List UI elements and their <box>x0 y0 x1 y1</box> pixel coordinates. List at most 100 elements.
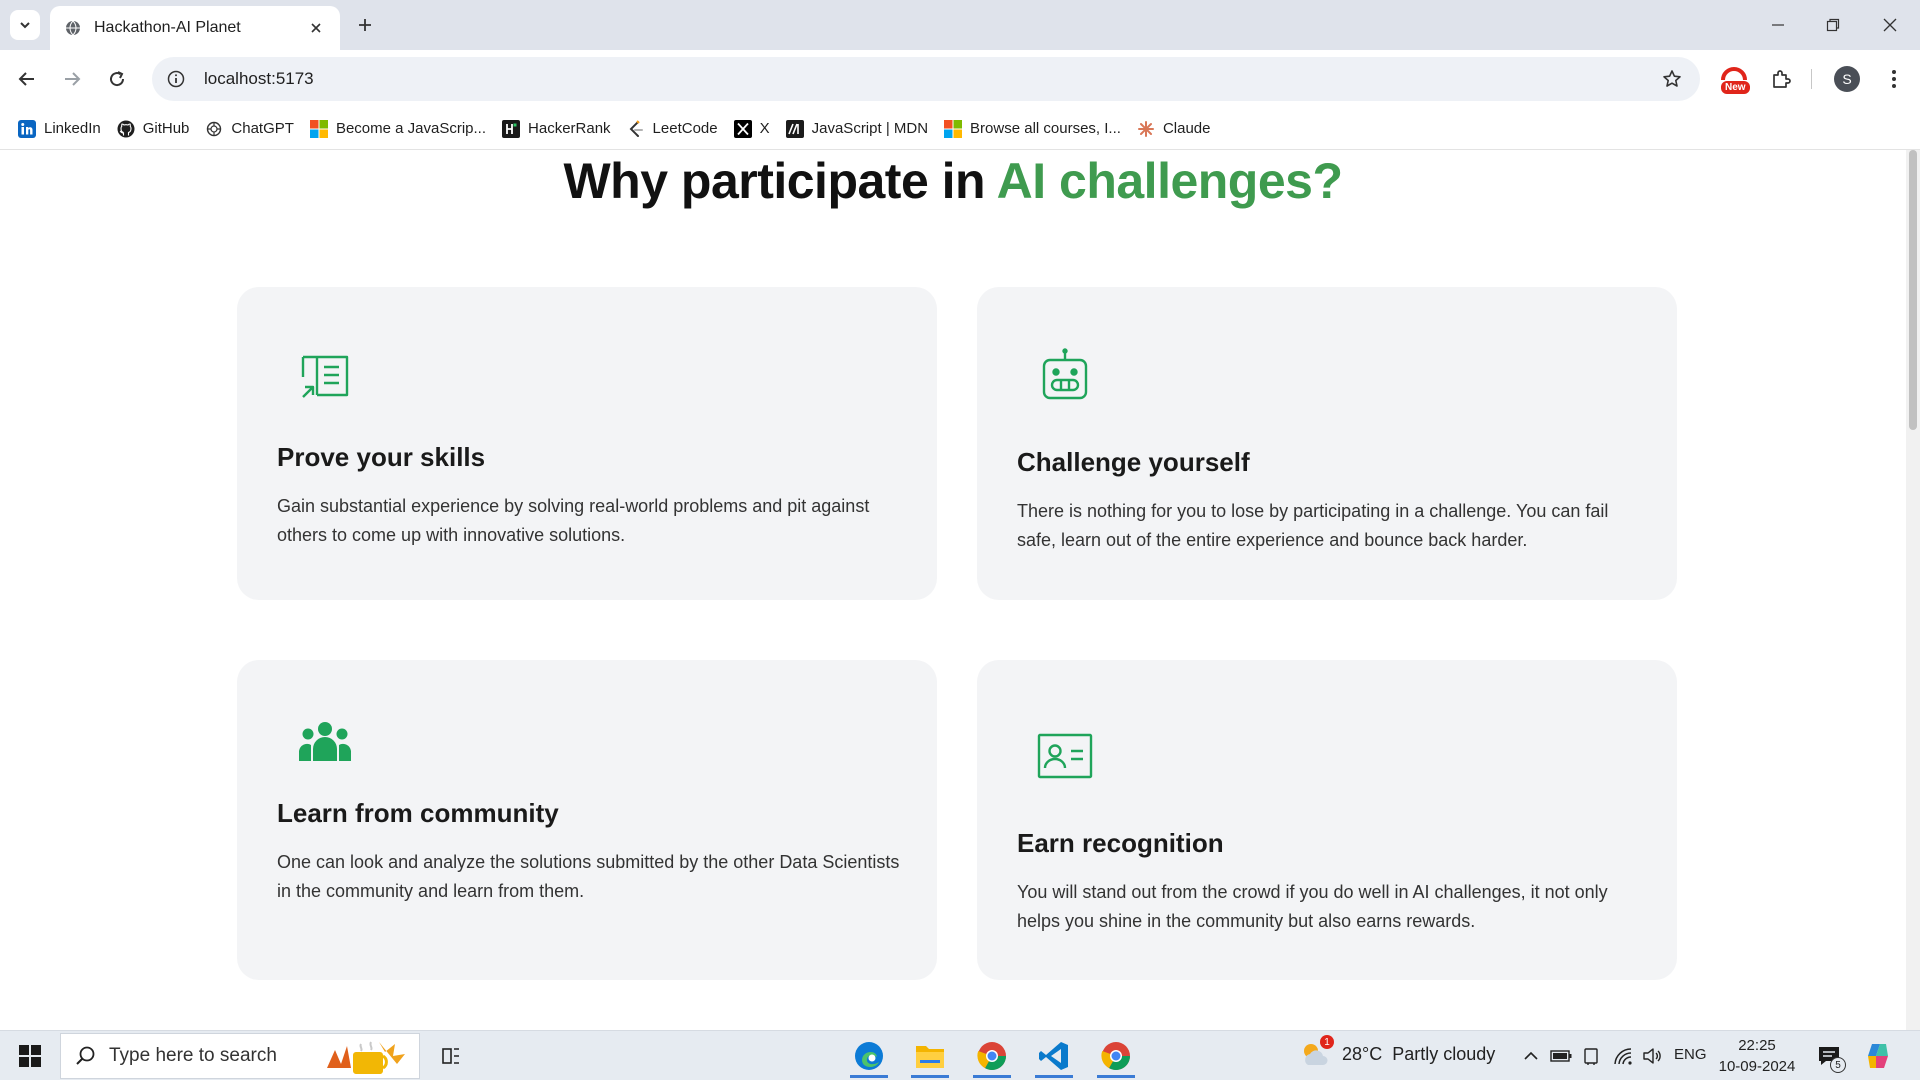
forward-button[interactable] <box>54 61 90 97</box>
reload-icon <box>110 71 125 87</box>
taskbar-file-explorer[interactable] <box>903 1034 957 1078</box>
restore-button[interactable] <box>1815 10 1851 40</box>
back-button[interactable] <box>9 61 45 97</box>
system-clock[interactable]: 22:25 10-09-2024 <box>1712 1035 1802 1077</box>
card-description: You will stand out from the crowd if you… <box>1017 882 1608 931</box>
active-tab[interactable]: Hackathon-AI Planet <box>50 6 340 50</box>
extensions-button[interactable] <box>1763 61 1799 97</box>
robot-icon <box>1037 347 1093 403</box>
bookmark-label: ChatGPT <box>231 120 294 137</box>
site-info-icon[interactable] <box>156 59 196 99</box>
bookmark-x[interactable]: X <box>730 114 782 144</box>
mdn-icon <box>785 119 804 138</box>
volume-indicator[interactable] <box>1641 1045 1663 1067</box>
clock-date: 10-09-2024 <box>1718 1058 1796 1075</box>
input-language[interactable]: ENG <box>1674 1046 1707 1063</box>
running-indicator <box>1035 1075 1073 1078</box>
windows-logo-icon <box>19 1045 41 1067</box>
bookmark-leetcode[interactable]: LeetCode <box>623 114 730 144</box>
weather-condition: Partly cloudy <box>1392 1043 1496 1064</box>
bookmark-star-icon[interactable] <box>1654 61 1690 97</box>
taskbar-edge[interactable] <box>842 1034 896 1078</box>
arrow-right-icon <box>65 72 81 86</box>
chatgpt-icon <box>205 120 223 138</box>
extension-new-button[interactable]: New <box>1716 61 1752 97</box>
bookmark-become-javascript[interactable]: Become a JavaScrip... <box>306 114 498 144</box>
minimize-button[interactable] <box>1760 10 1796 40</box>
close-window-button[interactable] <box>1872 10 1908 40</box>
card-title: Earn recognition <box>1017 828 1224 858</box>
community-icon <box>297 714 353 770</box>
bookmark-browse-courses[interactable]: Browse all courses, I... <box>940 114 1133 144</box>
running-indicator <box>911 1075 949 1078</box>
notification-count: 5 <box>1830 1057 1846 1073</box>
bookmark-label: HackerRank <box>528 120 611 137</box>
bookmark-label: Browse all courses, I... <box>970 120 1121 137</box>
microsoft-icon <box>944 119 963 138</box>
feature-card-earn-recognition: Earn recognition You will stand out from… <box>977 660 1677 980</box>
bookmark-mdn[interactable]: JavaScript | MDN <box>782 114 940 144</box>
profile-avatar[interactable]: S <box>1834 66 1860 92</box>
weather-temperature: 28°C <box>1342 1043 1383 1064</box>
hackerrank-icon <box>502 119 521 138</box>
new-tab-button[interactable] <box>352 12 378 38</box>
page-content: Why participate in AI challenges? Prove … <box>0 150 1906 1030</box>
bookmark-claude[interactable]: Claude <box>1133 114 1223 144</box>
browser-menu-button[interactable] <box>1876 61 1912 97</box>
show-hidden-icons-button[interactable] <box>1520 1045 1542 1067</box>
chrome-icon <box>977 1042 1006 1070</box>
chrome-icon <box>1101 1042 1130 1070</box>
new-badge: New <box>1721 81 1750 94</box>
browser-toolbar: localhost:5173 New S <box>0 50 1920 108</box>
address-bar[interactable]: localhost:5173 <box>152 57 1700 101</box>
x-icon <box>733 119 752 138</box>
url-text[interactable]: localhost:5173 <box>204 69 1654 89</box>
tab-search-button[interactable] <box>10 10 40 40</box>
bookmark-chatgpt[interactable]: ChatGPT <box>201 114 306 144</box>
bookmark-label: Claude <box>1162 120 1211 137</box>
device-indicator[interactable] <box>1580 1045 1602 1067</box>
taskbar-search-box[interactable]: Type here to search <box>60 1033 420 1079</box>
linkedin-icon <box>18 119 36 138</box>
bookmark-hackerrank[interactable]: HackerRank <box>498 114 623 144</box>
weather-cloud-icon: 1 <box>1300 1035 1334 1069</box>
bookmark-linkedin[interactable]: LinkedIn <box>14 114 113 144</box>
start-button[interactable] <box>8 1036 52 1076</box>
globe-icon <box>64 19 82 37</box>
copilot-button[interactable] <box>1862 1040 1894 1072</box>
copilot-icon <box>1868 1044 1888 1068</box>
scrollbar-thumb[interactable] <box>1909 150 1917 430</box>
bookmark-github[interactable]: GitHub <box>113 114 202 144</box>
plus-icon <box>359 19 371 31</box>
running-indicator <box>973 1075 1011 1078</box>
battery-indicator[interactable] <box>1550 1045 1572 1067</box>
task-view-button[interactable] <box>424 1034 478 1078</box>
bookmark-label: JavaScript | MDN <box>811 120 929 137</box>
more-vertical-icon <box>1892 70 1896 88</box>
taskbar-vscode[interactable] <box>1027 1034 1081 1078</box>
vscode-icon <box>1039 1042 1068 1070</box>
card-title: Challenge yourself <box>1017 447 1250 477</box>
chevron-up-icon <box>1524 1051 1538 1060</box>
claude-icon <box>1137 120 1155 138</box>
card-description: One can look and analyze the solutions s… <box>277 852 900 901</box>
close-tab-icon[interactable] <box>306 18 326 38</box>
chevron-down-icon <box>20 22 30 29</box>
taskbar-search-placeholder: Type here to search <box>109 1045 277 1066</box>
network-indicator[interactable] <box>1612 1045 1634 1067</box>
page-scrollbar[interactable] <box>1906 150 1920 1030</box>
bookmark-label: LinkedIn <box>44 120 101 137</box>
taskbar-chrome-1[interactable] <box>965 1034 1019 1078</box>
bookmark-label: X <box>759 120 770 137</box>
taskbar-chrome-2[interactable] <box>1089 1034 1143 1078</box>
weather-widget[interactable]: 1 28°C Partly cloudy <box>1300 1035 1496 1069</box>
reload-button[interactable] <box>99 61 135 97</box>
bookmarks-bar: LinkedIn GitHub ChatGPT Become a JavaScr… <box>0 108 1920 150</box>
bookmark-label: GitHub <box>142 120 190 137</box>
feature-card-challenge-yourself: Challenge yourself There is nothing for … <box>977 287 1677 600</box>
tab-strip: Hackathon-AI Planet <box>0 0 1920 50</box>
card-description: There is nothing for you to lose by part… <box>1017 501 1609 550</box>
notification-center-button[interactable]: 5 <box>1814 1041 1846 1073</box>
card-title: Prove your skills <box>277 442 486 472</box>
feature-card-learn-community: Learn from community One can look and an… <box>237 660 937 980</box>
